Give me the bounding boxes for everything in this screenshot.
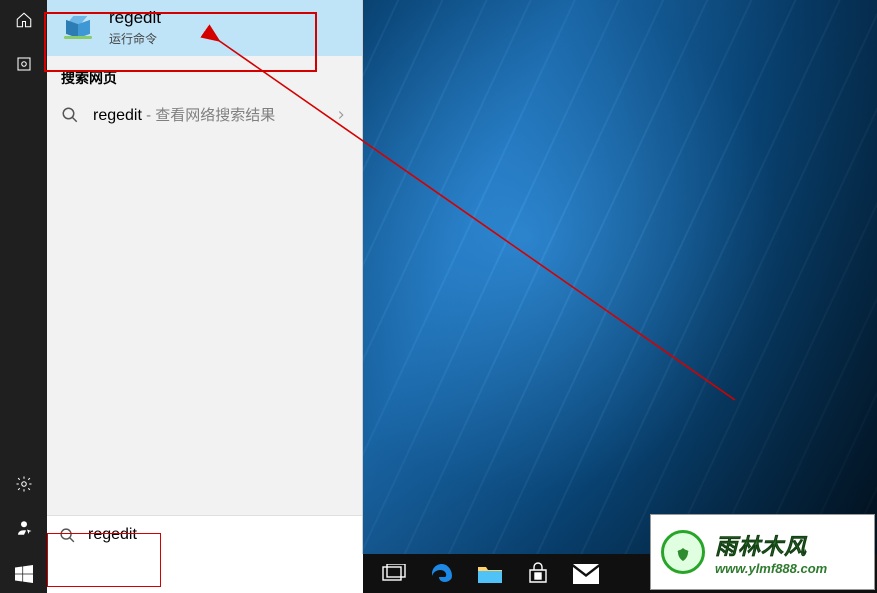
rail-recent[interactable] — [0, 44, 47, 84]
taskbar-search-area — [47, 554, 363, 593]
best-match-title: regedit — [109, 8, 161, 28]
rail-home[interactable] — [0, 0, 47, 40]
feedback-icon — [15, 519, 33, 537]
task-view-icon — [382, 564, 406, 584]
file-explorer-button[interactable] — [477, 561, 503, 587]
watermark-logo-icon — [661, 530, 705, 574]
store-icon — [526, 562, 550, 586]
windows-logo-icon — [15, 565, 33, 583]
watermark-url: www.ylmf888.com — [715, 561, 827, 576]
watermark-brand: 雨林木风 — [715, 529, 827, 561]
web-search-query: regedit — [93, 107, 142, 124]
mail-button[interactable] — [573, 561, 599, 587]
home-icon — [15, 11, 33, 29]
best-match-item[interactable]: regedit 运行命令 — [47, 0, 362, 56]
file-explorer-icon — [477, 563, 503, 585]
start-button[interactable] — [0, 554, 47, 593]
search-input[interactable] — [88, 526, 350, 544]
web-search-suffix: - 查看网络搜索结果 — [142, 107, 275, 124]
mail-icon — [573, 564, 599, 584]
web-search-item[interactable]: regedit - 查看网络搜索结果 — [47, 96, 362, 133]
search-results-panel: regedit 运行命令 搜索网页 regedit - 查看网络搜索结果 — [47, 0, 363, 554]
chevron-right-icon — [334, 108, 348, 122]
watermark: 雨林木风 www.ylmf888.com — [650, 514, 875, 590]
store-button[interactable] — [525, 561, 551, 587]
web-section-header: 搜索网页 — [47, 56, 362, 96]
cortana-rail — [0, 0, 47, 554]
edge-button[interactable] — [429, 561, 455, 587]
desktop-root: regedit 运行命令 搜索网页 regedit - 查看网络搜索结果 — [0, 0, 877, 593]
best-match-section: regedit 运行命令 — [47, 0, 362, 56]
best-match-subtitle: 运行命令 — [109, 30, 161, 47]
edge-icon — [430, 562, 454, 586]
regedit-icon — [61, 11, 95, 45]
recent-icon — [15, 55, 33, 73]
task-view-button[interactable] — [381, 561, 407, 587]
search-icon — [61, 106, 79, 124]
rail-settings[interactable] — [0, 464, 47, 504]
search-input-row — [47, 515, 362, 554]
settings-icon — [15, 475, 33, 493]
rail-feedback[interactable] — [0, 508, 47, 548]
search-icon — [59, 527, 76, 544]
